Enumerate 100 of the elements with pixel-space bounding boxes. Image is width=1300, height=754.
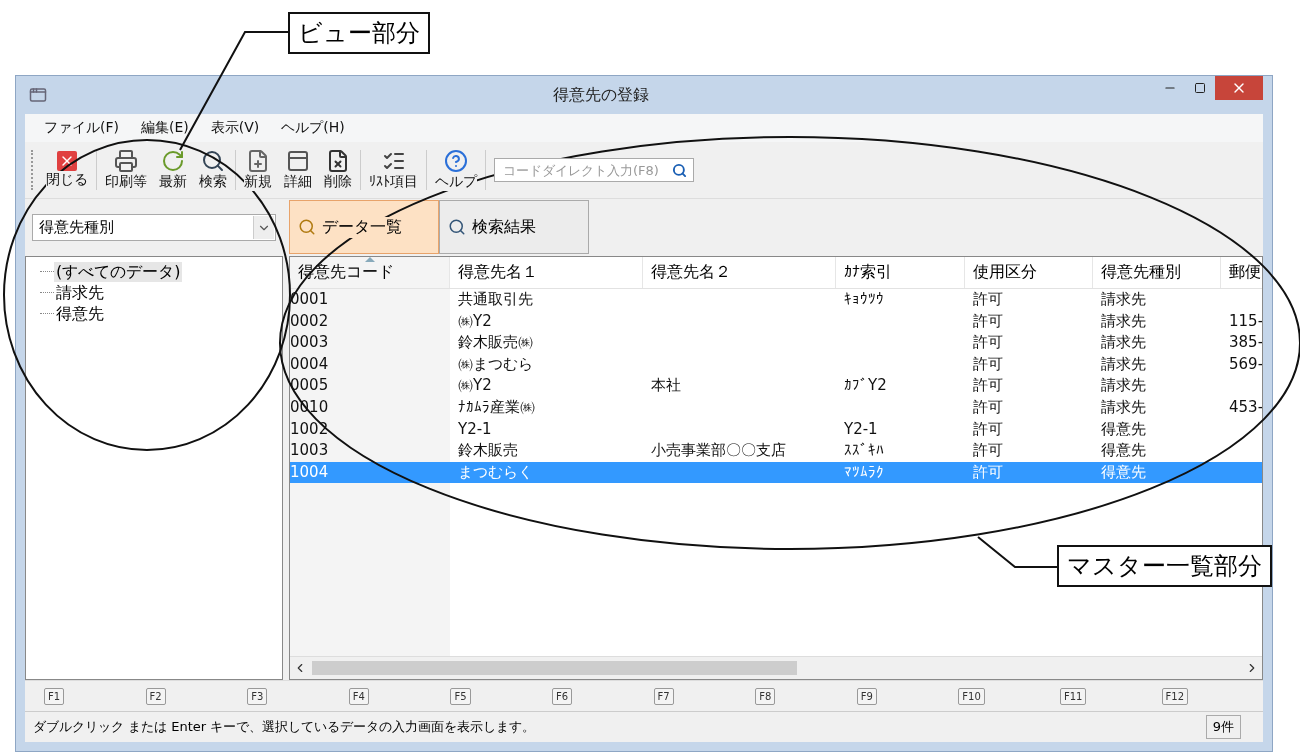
table-row[interactable]: 0005 ㈱Y2 本社 ｶﾌﾞY2 許可 請求先 <box>290 375 1262 397</box>
column-header[interactable]: 得意先名２ <box>643 257 836 288</box>
table-cell-text: 385- <box>1228 332 1262 354</box>
app-icon <box>29 86 47 104</box>
table-cell-text: 得意先 <box>1100 440 1147 462</box>
function-key[interactable]: F8 <box>755 687 776 705</box>
table-cell-text: 鈴木販売㈱ <box>457 332 534 354</box>
menu-item[interactable]: 編集(E) <box>132 117 198 139</box>
table-cell-text: ㈱Y2 <box>457 310 493 332</box>
table-cell-text: 許可 <box>972 396 1004 418</box>
maximize-icon <box>1194 82 1206 94</box>
view-select[interactable]: 得意先種別 <box>32 214 276 241</box>
table-cell-text: 許可 <box>972 310 1004 332</box>
table-row[interactable]: 0004 ㈱まつむら 許可 請求先 569- <box>290 353 1262 376</box>
table-cell-text: Y2-1 <box>843 418 879 440</box>
table-cell-text: 0005 <box>290 375 330 397</box>
table-row[interactable]: 1003 鈴木販売 小売事業部〇〇支店 ｽｽﾞｷﾊ 許可 得意先 <box>290 440 1262 462</box>
function-key[interactable]: F4 <box>348 687 369 705</box>
toolbar-button[interactable]: 検索 <box>193 145 233 195</box>
tree-item[interactable]: (すべてのデータ) <box>54 261 183 282</box>
table-cell-text: 115- <box>1228 310 1262 332</box>
toolbar-button[interactable]: 閉じる <box>40 145 94 195</box>
table-cell-text: 許可 <box>972 440 1004 462</box>
table-cell-text: 569- <box>1228 353 1262 375</box>
delete-document-icon <box>326 149 350 173</box>
menu-item[interactable]: ヘルプ(H) <box>272 117 354 139</box>
record-count: 9件 <box>1205 715 1241 739</box>
toolbar-button[interactable]: 詳細 <box>278 145 318 195</box>
function-key[interactable]: F1 <box>44 687 65 705</box>
toolbar-button[interactable]: 新規 <box>238 145 278 195</box>
table-cell-text: 共通取引先 <box>457 289 534 310</box>
table-cell-text: 0002 <box>290 310 330 332</box>
table-cell-text: ｽｽﾞｷﾊ <box>843 440 885 462</box>
table-cell-text: 許可 <box>972 461 1004 483</box>
window-title: 得意先の登録 <box>552 84 650 106</box>
search-icon <box>201 149 225 173</box>
code-search-field[interactable]: コードダイレクト入力(F8) <box>494 158 694 182</box>
function-key[interactable]: F11 <box>1059 687 1087 705</box>
table-cell-text: 1003 <box>290 440 330 462</box>
table-cell-text: 請求先 <box>1100 396 1147 418</box>
table-cell-text: 請求先 <box>1100 375 1147 397</box>
new-document-icon <box>246 149 270 173</box>
toolbar-button[interactable]: ヘルプ <box>429 145 483 195</box>
table-cell-text: 0003 <box>290 332 330 354</box>
toolbar-button[interactable]: 最新 <box>153 145 193 195</box>
table-cell-text: 453- <box>1228 396 1262 418</box>
toolbar-button[interactable]: ﾘｽﾄ項目 <box>363 145 424 195</box>
toolbar-button[interactable]: 削除 <box>318 145 358 195</box>
table-cell-text: 0004 <box>290 353 330 375</box>
table-cell-text: 得意先 <box>1100 418 1147 440</box>
search-icon <box>672 162 687 178</box>
detail-window-icon <box>286 149 310 173</box>
table-cell-text: 請求先 <box>1100 289 1147 310</box>
table-cell-text: 許可 <box>972 418 1004 440</box>
table-cell-text: 1002 <box>290 418 330 440</box>
column-header[interactable]: ｶﾅ索引 <box>836 257 965 288</box>
tab[interactable]: データ一覧 <box>289 200 439 254</box>
tree-item[interactable]: 得意先 <box>54 303 106 324</box>
magnifier-icon <box>298 218 316 236</box>
function-key[interactable]: F3 <box>247 687 268 705</box>
close-icon <box>57 151 77 171</box>
function-key[interactable]: F2 <box>145 687 166 705</box>
column-header[interactable]: 得意先種別 <box>1093 257 1221 288</box>
toolbar-button[interactable]: 印刷等 <box>99 145 153 195</box>
table-cell-text: 許可 <box>972 332 1004 354</box>
table-row[interactable]: 0003 鈴木販売㈱ 許可 請求先 385- <box>290 332 1262 354</box>
table-cell-text: ㈱まつむら <box>457 353 534 375</box>
status-message: ダブルクリック または Enter キーで、選択しているデータの入力画面を表示します。 <box>33 718 537 736</box>
column-header[interactable]: 使用区分 <box>965 257 1093 288</box>
table-cell-text: 許可 <box>972 375 1004 397</box>
tab[interactable]: 検索結果 <box>439 200 589 254</box>
table-row[interactable]: 1002 Y2-1 Y2-1 許可 得意先 <box>290 418 1262 441</box>
table-cell-text: 許可 <box>972 353 1004 375</box>
table-cell-text: Y2-1 <box>457 418 493 440</box>
function-key[interactable]: F6 <box>551 687 573 705</box>
table-cell-text: ﾏﾂﾑﾗｸ <box>843 461 885 483</box>
column-header[interactable]: 郵便 <box>1221 257 1262 288</box>
function-key[interactable]: F9 <box>856 687 877 705</box>
menu-item[interactable]: ファイル(F) <box>35 117 128 139</box>
menu-item[interactable]: 表示(V) <box>201 117 269 139</box>
table-cell-text: 小売事業部〇〇支店 <box>650 440 787 462</box>
refresh-icon <box>161 149 185 173</box>
function-key[interactable]: F10 <box>958 687 985 705</box>
callout-label: マスター一覧部分 <box>1057 545 1272 587</box>
printer-icon <box>114 149 138 173</box>
table-cell-text: 請求先 <box>1100 310 1147 332</box>
function-key[interactable]: F5 <box>450 687 471 705</box>
table-cell-text: 請求先 <box>1100 353 1147 375</box>
table-cell-text: 本社 <box>650 375 682 397</box>
column-header[interactable]: 得意先名１ <box>450 257 643 288</box>
magnifier-icon <box>448 218 466 236</box>
help-icon <box>444 149 468 173</box>
function-key[interactable]: F12 <box>1161 687 1188 705</box>
function-key[interactable]: F7 <box>653 687 674 705</box>
scrollbar-thumb[interactable] <box>312 661 797 675</box>
table-cell-text: 鈴木販売 <box>457 440 519 462</box>
table-row[interactable]: 0001 共通取引先 ｷｮｳﾂｳ 許可 請求先 <box>290 289 1262 311</box>
tree-item[interactable]: 請求先 <box>54 282 106 303</box>
table-cell-text: ｶﾌﾞY2 <box>843 375 888 397</box>
table-row[interactable]: 0002 ㈱Y2 許可 請求先 115- <box>290 310 1262 333</box>
